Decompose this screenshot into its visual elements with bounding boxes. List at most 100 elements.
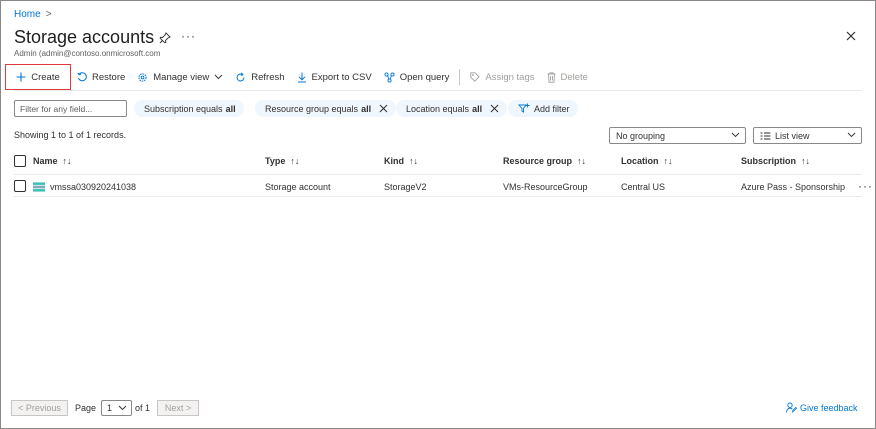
sort-icon: ↑↓ xyxy=(62,156,72,166)
chevron-down-icon xyxy=(118,405,127,411)
open-query-button[interactable]: Open query xyxy=(378,64,456,90)
row-checkbox[interactable] xyxy=(14,180,26,192)
manage-view-button[interactable]: Manage view xyxy=(131,64,229,90)
filter-pill-resource-group[interactable]: Resource group equals all xyxy=(255,100,397,117)
table-row-divider xyxy=(14,196,862,197)
refresh-icon xyxy=(236,72,245,81)
cell-kind: StorageV2 xyxy=(384,182,427,192)
column-header-kind[interactable]: Kind ↑↓ xyxy=(384,156,418,166)
export-csv-button[interactable]: Export to CSV xyxy=(291,64,378,90)
toolbar-divider xyxy=(459,69,461,85)
open-query-label: Open query xyxy=(399,71,450,83)
row-more-icon[interactable]: ··· xyxy=(858,179,873,193)
page-number-dropdown[interactable]: 1 xyxy=(101,400,132,416)
column-header-label: Kind xyxy=(384,156,404,166)
list-view-icon xyxy=(760,132,771,139)
command-bar: Create Restore Manage view Refresh Expor… xyxy=(5,64,594,90)
close-icon[interactable] xyxy=(844,29,858,43)
page-subtitle: Admin (admin@contoso.onmicrosoft.com xyxy=(14,49,161,58)
column-header-type[interactable]: Type ↑↓ xyxy=(265,156,299,166)
filter-pill-subscription[interactable]: Subscription equals all xyxy=(134,100,244,117)
resource-group-link[interactable]: VMs-ResourceGroup xyxy=(503,182,588,192)
cell-type: Storage account xyxy=(265,182,331,192)
create-label: Create xyxy=(31,71,60,83)
previous-page-button[interactable]: < Previous xyxy=(11,400,68,416)
column-header-label: Location xyxy=(621,156,659,166)
breadcrumb-home-link[interactable]: Home xyxy=(14,9,41,20)
refresh-label: Refresh xyxy=(251,71,285,83)
view-value: List view xyxy=(775,130,810,141)
breadcrumb-separator: > xyxy=(45,9,52,20)
more-actions-icon[interactable]: ··· xyxy=(181,29,196,43)
trash-icon xyxy=(547,71,555,83)
give-feedback-label: Give feedback xyxy=(800,402,858,413)
filter-pill-label: Location equals xyxy=(406,103,470,114)
add-filter-button[interactable]: Add filter xyxy=(508,100,578,117)
filter-pill-value: all xyxy=(361,103,372,114)
grouping-dropdown[interactable]: No grouping xyxy=(609,127,746,144)
storage-account-name-link[interactable]: vmssa030920241038 xyxy=(50,182,136,192)
page-number-value: 1 xyxy=(107,403,113,413)
export-csv-label: Export to CSV xyxy=(311,71,372,83)
column-header-name[interactable]: Name ↑↓ xyxy=(33,156,72,166)
page-total-label: of 1 xyxy=(135,403,151,413)
page-title: Storage accounts xyxy=(14,27,155,47)
give-feedback-link[interactable]: Give feedback xyxy=(786,402,858,413)
toolbar-divider-line xyxy=(14,90,862,91)
column-header-label: Resource group xyxy=(503,156,573,166)
storage-accounts-blade: Home > Storage accounts ··· Admin (admin… xyxy=(0,0,876,429)
cell-location: Central US xyxy=(621,182,666,192)
plus-icon xyxy=(16,72,26,82)
chevron-down-icon xyxy=(214,74,223,80)
column-header-location[interactable]: Location ↑↓ xyxy=(621,156,673,166)
filter-pill-label: Subscription equals xyxy=(144,103,223,114)
breadcrumb: Home > xyxy=(14,9,52,20)
column-header-subscription[interactable]: Subscription ↑↓ xyxy=(741,156,810,166)
table-header-divider xyxy=(14,174,862,175)
delete-label: Delete xyxy=(560,71,588,83)
delete-button[interactable]: Delete xyxy=(541,64,594,90)
view-dropdown[interactable]: List view xyxy=(753,127,862,144)
filter-pill-label: Resource group equals xyxy=(265,103,359,114)
add-filter-icon xyxy=(518,103,530,113)
filter-pill-location[interactable]: Location equals all xyxy=(396,100,508,117)
next-page-button[interactable]: Next > xyxy=(157,400,199,416)
assign-tags-label: Assign tags xyxy=(485,71,535,83)
create-button[interactable]: Create xyxy=(5,64,71,90)
download-icon xyxy=(297,72,306,82)
filter-pill-value: all xyxy=(225,103,236,114)
page-label: Page xyxy=(75,403,97,413)
restore-button[interactable]: Restore xyxy=(71,64,131,90)
restore-icon xyxy=(77,72,87,82)
refresh-button[interactable]: Refresh xyxy=(229,64,290,90)
column-header-label: Type xyxy=(265,156,286,166)
sort-icon: ↑↓ xyxy=(577,156,587,166)
column-header-label: Name xyxy=(33,156,58,166)
chevron-down-icon xyxy=(731,132,740,138)
filter-input[interactable] xyxy=(14,100,127,117)
grouping-value: No grouping xyxy=(616,130,666,141)
sort-icon: ↑↓ xyxy=(409,156,418,166)
chevron-down-icon xyxy=(847,132,856,138)
records-count: Showing 1 to 1 of 1 records. xyxy=(14,130,127,140)
add-filter-label: Add filter xyxy=(534,103,570,114)
storage-account-icon xyxy=(33,182,45,192)
query-icon xyxy=(384,71,395,83)
restore-label: Restore xyxy=(92,71,126,83)
remove-filter-icon[interactable] xyxy=(490,104,499,113)
filter-pill-value: all xyxy=(472,103,483,114)
tag-icon xyxy=(470,71,481,82)
gear-icon xyxy=(138,72,147,82)
subscription-link[interactable]: Azure Pass - Sponsorship xyxy=(741,182,845,192)
column-header-resource-group[interactable]: Resource group ↑↓ xyxy=(503,156,586,166)
select-all-checkbox[interactable] xyxy=(14,155,26,167)
assign-tags-button[interactable]: Assign tags xyxy=(464,64,540,90)
column-header-label: Subscription xyxy=(741,156,797,166)
manage-view-label: Manage view xyxy=(153,71,210,83)
sort-icon: ↑↓ xyxy=(290,156,300,166)
sort-icon: ↑↓ xyxy=(801,156,811,166)
pin-icon[interactable] xyxy=(159,32,171,44)
feedback-icon xyxy=(786,402,797,413)
remove-filter-icon[interactable] xyxy=(379,104,388,113)
sort-icon: ↑↓ xyxy=(663,156,673,166)
